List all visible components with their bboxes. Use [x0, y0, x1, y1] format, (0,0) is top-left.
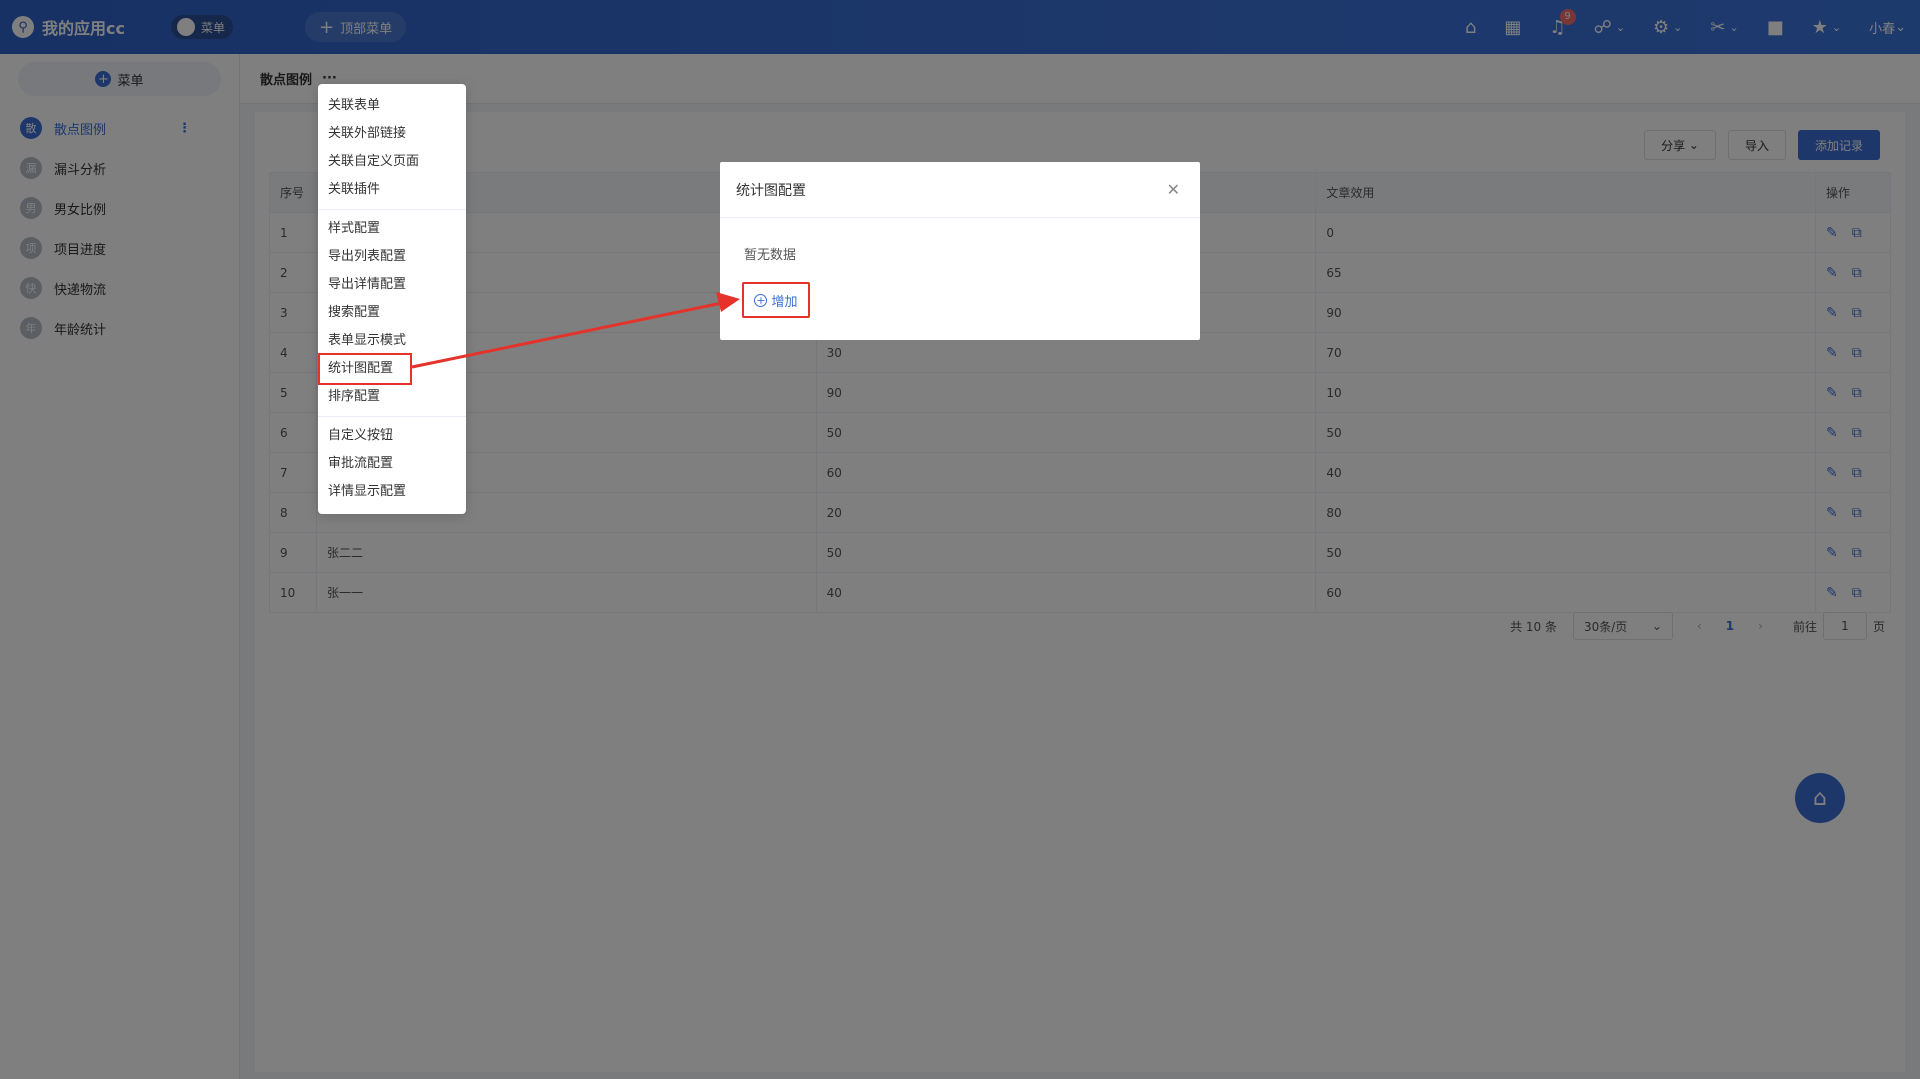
- arrow-line: [411, 301, 723, 369]
- annotation-arrow: [411, 292, 740, 369]
- arrow-head: [716, 292, 740, 312]
